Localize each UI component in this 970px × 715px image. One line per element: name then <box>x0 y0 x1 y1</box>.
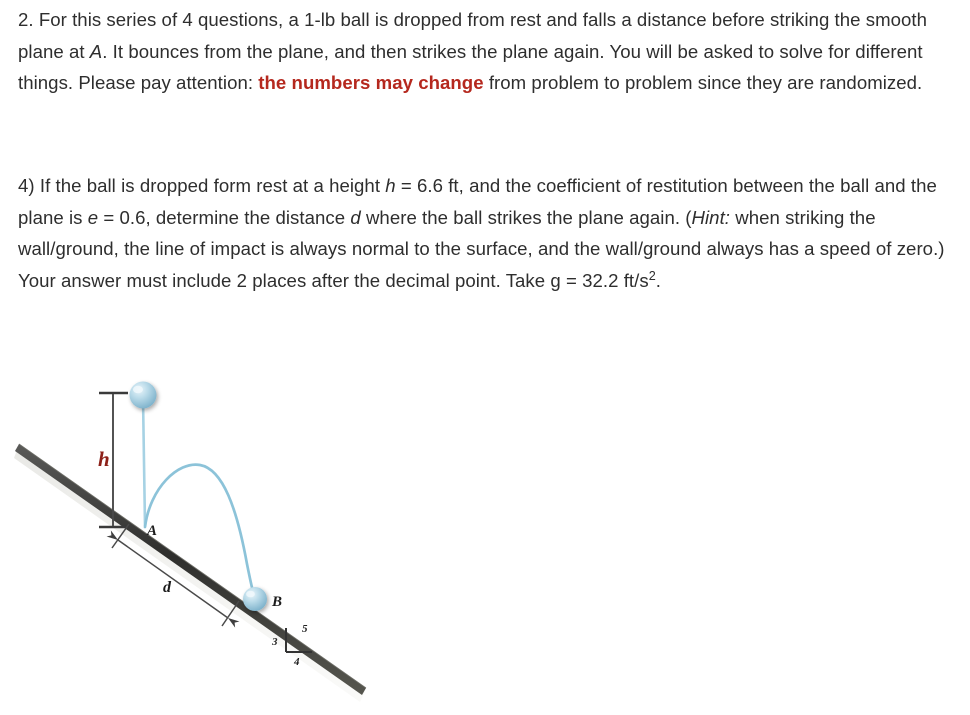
gravity-exponent: 2 <box>648 268 656 283</box>
variable-d: d <box>350 206 361 228</box>
question-seg-4: where the ball strikes the plane again. … <box>360 206 692 228</box>
question-seg-1: If the ball is dropped form rest at a he… <box>39 175 386 196</box>
slope-label-3: 3 <box>271 636 278 648</box>
problem-page: 2. For this series of 4 questions, a 1-l… <box>0 0 970 715</box>
problem-figure: h A B d 3 4 5 <box>0 368 430 715</box>
variable-h: h <box>385 175 396 196</box>
question-paragraph: 4) If the ball is dropped form rest at a… <box>18 170 948 296</box>
label-h: h <box>98 447 110 471</box>
variable-e: e <box>87 206 99 228</box>
question-seg-3: = 0.6, determine the distance <box>98 206 351 228</box>
slope-label-4: 4 <box>293 656 300 668</box>
randomized-emphasis: the numbers may change <box>258 72 484 93</box>
label-d: d <box>163 579 172 596</box>
intro-text-after: from problem to problem since they are r… <box>483 72 923 93</box>
intro-paragraph: 2. For this series of 4 questions, a 1-l… <box>18 4 948 99</box>
hint-label: Hint: <box>691 206 730 228</box>
slope-label-5: 5 <box>302 623 308 635</box>
question-number: 4) <box>18 175 35 196</box>
question-seg-6: . <box>655 269 662 291</box>
inclined-plane <box>15 443 367 695</box>
label-a: A <box>146 523 157 539</box>
drop-path <box>141 397 147 527</box>
label-b: B <box>271 594 282 610</box>
intro-number: 2. <box>18 9 34 30</box>
ball-b <box>243 587 267 611</box>
point-a-reference: A <box>89 40 103 62</box>
ball-top <box>129 381 157 409</box>
